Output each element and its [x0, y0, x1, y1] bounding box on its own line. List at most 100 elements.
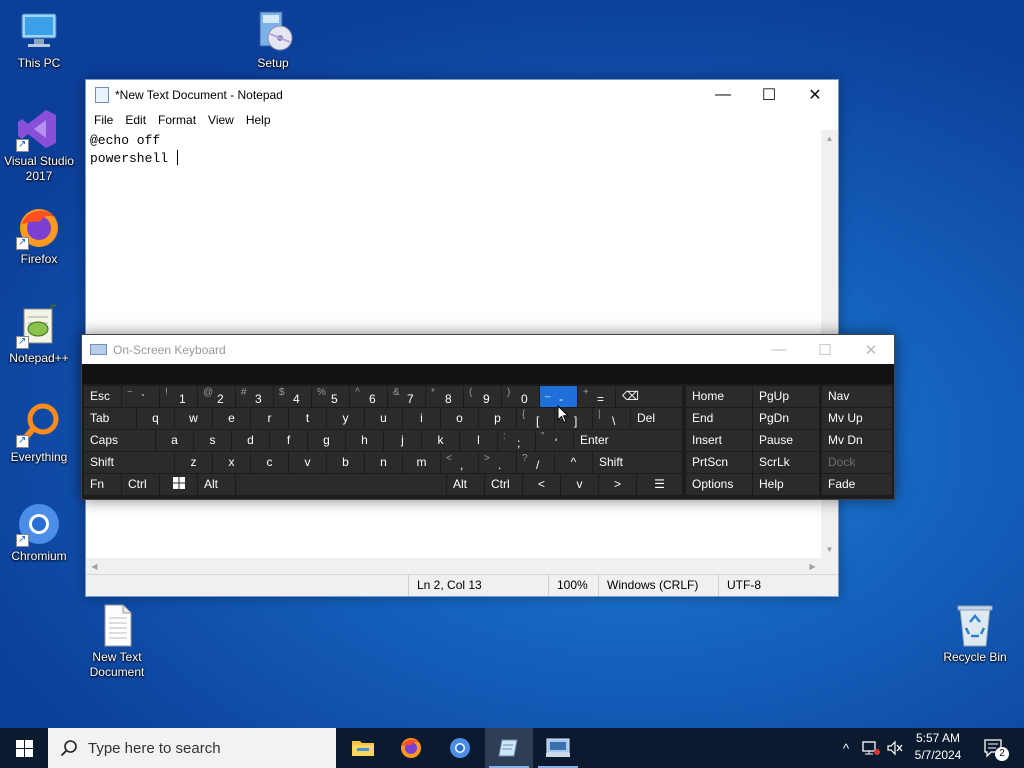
- key-quote[interactable]: " ': [536, 430, 573, 451]
- key-p[interactable]: p: [479, 408, 516, 429]
- desktop-icon-everything[interactable]: Everything: [0, 402, 78, 465]
- key-menu-icon[interactable]: ☰: [637, 474, 682, 495]
- scroll-down-arrow-icon[interactable]: ▼: [821, 541, 838, 558]
- key-fade[interactable]: Fade: [822, 474, 892, 495]
- key-b[interactable]: b: [327, 452, 364, 473]
- key-nav[interactable]: Nav: [822, 386, 892, 407]
- key-u[interactable]: u: [365, 408, 402, 429]
- taskbar-file-explorer[interactable]: [339, 728, 387, 768]
- key-insert[interactable]: Insert: [686, 430, 752, 451]
- key-pgdn[interactable]: PgDn: [753, 408, 819, 429]
- taskbar-on-screen-keyboard[interactable]: [534, 728, 582, 768]
- key-z[interactable]: z: [175, 452, 212, 473]
- key-n[interactable]: n: [365, 452, 402, 473]
- key-2[interactable]: @2: [198, 386, 235, 407]
- horizontal-scrollbar[interactable]: ◀ ▶: [86, 558, 821, 575]
- key-prtscn[interactable]: PrtScn: [686, 452, 752, 473]
- key-minus[interactable]: _ -: [540, 386, 577, 407]
- key-3[interactable]: #3: [236, 386, 273, 407]
- taskbar-firefox[interactable]: [387, 728, 435, 768]
- scroll-right-arrow-icon[interactable]: ▶: [804, 558, 821, 575]
- key-slash[interactable]: ? /: [517, 452, 554, 473]
- key-r[interactable]: r: [251, 408, 288, 429]
- close-button[interactable]: ✕: [792, 80, 838, 110]
- key-semicolon[interactable]: :;: [498, 430, 535, 451]
- key-j[interactable]: j: [384, 430, 421, 451]
- key-s[interactable]: s: [194, 430, 231, 451]
- key-6[interactable]: ^ 6: [350, 386, 387, 407]
- key-pause[interactable]: Pause: [753, 430, 819, 451]
- key-q[interactable]: q: [137, 408, 174, 429]
- key-l[interactable]: l: [460, 430, 497, 451]
- key-ctrl-left[interactable]: Ctrl: [122, 474, 159, 495]
- osk-close-button[interactable]: ✕: [848, 341, 894, 359]
- key-backslash[interactable]: | \: [593, 408, 630, 429]
- key-mv-up[interactable]: Mv Up: [822, 408, 892, 429]
- key-c[interactable]: c: [251, 452, 288, 473]
- key-caps[interactable]: Caps: [84, 430, 155, 451]
- notepad-title-bar[interactable]: *New Text Document - Notepad — ☐ ✕: [86, 80, 838, 110]
- key-i[interactable]: i: [403, 408, 440, 429]
- desktop-icon-new-text-document[interactable]: New Text Document: [78, 602, 156, 680]
- key-a[interactable]: a: [156, 430, 193, 451]
- key-backtick[interactable]: ~ `: [122, 386, 159, 407]
- taskbar-clock[interactable]: 5:57 AM 5/7/2024: [906, 730, 970, 764]
- start-button[interactable]: [0, 728, 48, 768]
- key-e[interactable]: e: [213, 408, 250, 429]
- desktop-icon-setup[interactable]: Setup: [234, 8, 312, 71]
- taskbar-chromium[interactable]: [436, 728, 484, 768]
- key-t[interactable]: t: [289, 408, 326, 429]
- key-mv-dn[interactable]: Mv Dn: [822, 430, 892, 451]
- key-ctrl-right[interactable]: Ctrl: [485, 474, 522, 495]
- key-alt-left[interactable]: Alt: [198, 474, 235, 495]
- key-space[interactable]: [236, 474, 446, 495]
- key-w[interactable]: w: [175, 408, 212, 429]
- key-fn[interactable]: Fn: [84, 474, 121, 495]
- key-k[interactable]: k: [422, 430, 459, 451]
- key-9[interactable]: (9: [464, 386, 501, 407]
- key-up-arrow-icon[interactable]: ^: [555, 452, 592, 473]
- scroll-up-arrow-icon[interactable]: ▲: [821, 130, 838, 147]
- desktop-icon-chromium[interactable]: Chromium: [0, 501, 78, 564]
- key-left-bracket[interactable]: {[: [517, 408, 554, 429]
- menu-edit[interactable]: Edit: [119, 113, 152, 127]
- key-5[interactable]: % 5: [312, 386, 349, 407]
- key-end[interactable]: End: [686, 408, 752, 429]
- key-tab[interactable]: Tab: [84, 408, 136, 429]
- key-alt-right[interactable]: Alt: [447, 474, 484, 495]
- menu-view[interactable]: View: [202, 113, 240, 127]
- menu-format[interactable]: Format: [152, 113, 202, 127]
- key-help[interactable]: Help: [753, 474, 819, 495]
- key-shift-left[interactable]: Shift: [84, 452, 174, 473]
- key-scrlk[interactable]: ScrLk: [753, 452, 819, 473]
- key-equals[interactable]: + =: [578, 386, 615, 407]
- key-h[interactable]: h: [346, 430, 383, 451]
- key-y[interactable]: y: [327, 408, 364, 429]
- key-g[interactable]: g: [308, 430, 345, 451]
- key-home[interactable]: Home: [686, 386, 752, 407]
- desktop-icon-notepadpp[interactable]: Notepad++: [0, 303, 78, 366]
- key-windows-icon[interactable]: [160, 474, 197, 495]
- key-esc[interactable]: Esc: [84, 386, 121, 407]
- key-options[interactable]: Options: [686, 474, 752, 495]
- key-enter[interactable]: Enter: [574, 430, 682, 451]
- action-center-notification-icon[interactable]: 2: [978, 728, 1010, 768]
- key-4[interactable]: $4: [274, 386, 311, 407]
- desktop-icon-this-pc[interactable]: This PC: [0, 8, 78, 71]
- key-8[interactable]: * 8: [426, 386, 463, 407]
- network-icon[interactable]: [860, 728, 882, 768]
- key-v[interactable]: v: [289, 452, 326, 473]
- osk-title-bar[interactable]: On-Screen Keyboard — ☐ ✕: [82, 335, 894, 364]
- key-pgup[interactable]: PgUp: [753, 386, 819, 407]
- key-del[interactable]: Del: [631, 408, 682, 429]
- key-period[interactable]: >.: [479, 452, 516, 473]
- key-x[interactable]: x: [213, 452, 250, 473]
- minimize-button[interactable]: —: [700, 80, 746, 110]
- maximize-button[interactable]: ☐: [746, 80, 792, 110]
- key-backspace-icon[interactable]: ⌫: [616, 386, 682, 407]
- key-dock[interactable]: Dock: [822, 452, 892, 473]
- desktop-icon-recycle-bin[interactable]: Recycle Bin: [936, 602, 1014, 665]
- osk-minimize-button[interactable]: —: [756, 341, 802, 358]
- key-comma[interactable]: <,: [441, 452, 478, 473]
- key-7[interactable]: & 7: [388, 386, 425, 407]
